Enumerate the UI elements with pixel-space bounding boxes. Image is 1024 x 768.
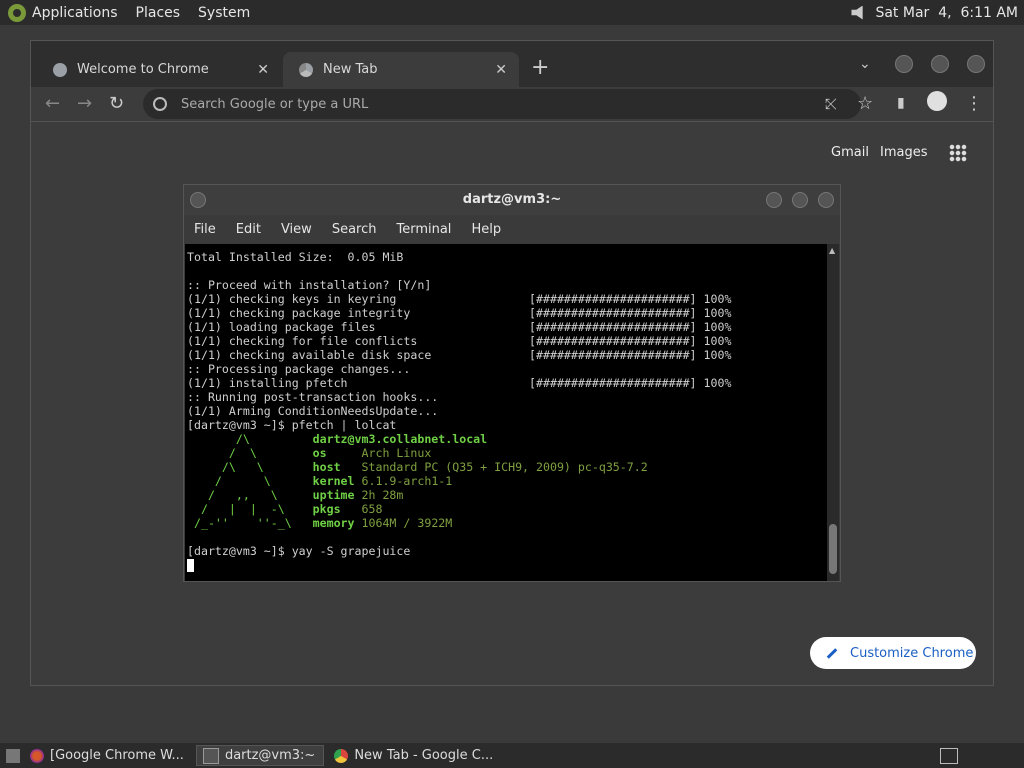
task-label: [Google Chrome W... [50, 748, 184, 763]
distro-logo-icon[interactable] [8, 3, 26, 22]
terminal-scrollbar[interactable]: ▲ [827, 244, 839, 581]
close-icon[interactable]: ✕ [257, 62, 269, 78]
menu-edit[interactable]: Edit [236, 222, 261, 237]
menu-applications[interactable]: Applications [32, 5, 118, 21]
chrome-favicon-icon [299, 62, 313, 77]
close-window-button[interactable] [818, 192, 834, 208]
minimize-button[interactable] [766, 192, 782, 208]
search-icon [153, 97, 167, 111]
tab-new-tab[interactable]: New Tab ✕ [283, 52, 519, 87]
profile-avatar-icon[interactable] [927, 91, 947, 111]
close-icon[interactable]: ✕ [495, 62, 507, 78]
terminal-window: dartz@vm3:~ File Edit View Search Termin… [183, 184, 841, 582]
menu-system[interactable]: System [198, 5, 250, 21]
bookmark-star-icon[interactable]: ☆ [857, 93, 873, 114]
terminal-title: dartz@vm3:~ [462, 192, 562, 207]
omnibox[interactable] [143, 89, 861, 119]
google-apps-grid-icon[interactable] [949, 144, 967, 162]
chrome-icon [334, 748, 349, 763]
terminal-text: Total Installed Size: 0.05 MiB :: Procee… [185, 244, 827, 572]
customize-chrome-button[interactable]: Customize Chrome [810, 637, 976, 669]
terminal-icon [202, 747, 219, 764]
reload-icon[interactable]: ↻ [109, 93, 124, 114]
terminal-menubar: File Edit View Search Terminal Help [184, 215, 840, 243]
side-panel-icon[interactable]: ▮ [897, 95, 905, 111]
images-link[interactable]: Images [880, 145, 928, 160]
close-window-button[interactable] [967, 55, 985, 73]
firefox-icon [30, 748, 44, 763]
taskbar-item-chrome-welcome[interactable]: [Google Chrome W... [24, 745, 192, 766]
pencil-icon [826, 647, 838, 659]
window-menu-button[interactable] [190, 192, 206, 208]
customize-label: Customize Chrome [850, 645, 974, 661]
task-label: New Tab - Google C... [354, 748, 494, 763]
tab-title: Welcome to Chrome [77, 62, 209, 77]
menu-help[interactable]: Help [471, 222, 501, 237]
scroll-up-icon[interactable]: ▲ [829, 246, 835, 255]
tab-search-chevron-down-icon[interactable]: ⌄ [859, 56, 871, 72]
chrome-menu-icon[interactable]: ⋮ [965, 93, 983, 114]
terminal-titlebar[interactable]: dartz@vm3:~ [184, 185, 840, 215]
scroll-thumb[interactable] [829, 524, 837, 574]
forward-icon[interactable]: → [77, 93, 92, 114]
maximize-button[interactable] [931, 55, 949, 73]
tab-strip: Welcome to Chrome ✕ New Tab ✕ + ⌄ [31, 41, 993, 87]
task-label: dartz@vm3:~ [224, 748, 316, 763]
taskbar-item-new-tab[interactable]: New Tab - Google C... [328, 745, 501, 766]
chrome-favicon-icon [53, 62, 67, 77]
tab-title: New Tab [323, 62, 378, 77]
volume-icon[interactable] [851, 5, 863, 20]
maximize-button[interactable] [792, 192, 808, 208]
minimize-button[interactable] [895, 55, 913, 73]
new-tab-button[interactable]: + [531, 55, 549, 80]
show-desktop-icon[interactable] [6, 748, 20, 763]
omnibox-input[interactable] [179, 95, 783, 113]
share-icon[interactable]: ⤪ [825, 95, 837, 113]
workspace-switcher[interactable] [940, 747, 958, 764]
menu-view[interactable]: View [281, 222, 312, 237]
menu-file[interactable]: File [194, 222, 216, 237]
top-panel: Applications Places System Sat Mar 4, 6:… [0, 0, 1024, 25]
panel-tray: Sat Mar 4, 6:11 AM [851, 5, 1018, 21]
terminal-output[interactable]: Total Installed Size: 0.05 MiB :: Procee… [185, 244, 827, 581]
menu-search[interactable]: Search [332, 222, 377, 237]
menu-terminal[interactable]: Terminal [396, 222, 451, 237]
tab-welcome[interactable]: Welcome to Chrome ✕ [37, 52, 281, 87]
back-icon[interactable]: ← [45, 93, 60, 114]
clock[interactable]: Sat Mar 4, 6:11 AM [875, 5, 1018, 21]
toolbar: ← → ↻ ⤪ ☆ ▮ ⋮ [31, 87, 993, 122]
gmail-link[interactable]: Gmail [831, 145, 869, 160]
menu-places[interactable]: Places [136, 5, 181, 21]
bottom-panel: [Google Chrome W... dartz@vm3:~ New Tab … [0, 743, 1024, 768]
taskbar-item-terminal[interactable]: dartz@vm3:~ [195, 745, 325, 766]
